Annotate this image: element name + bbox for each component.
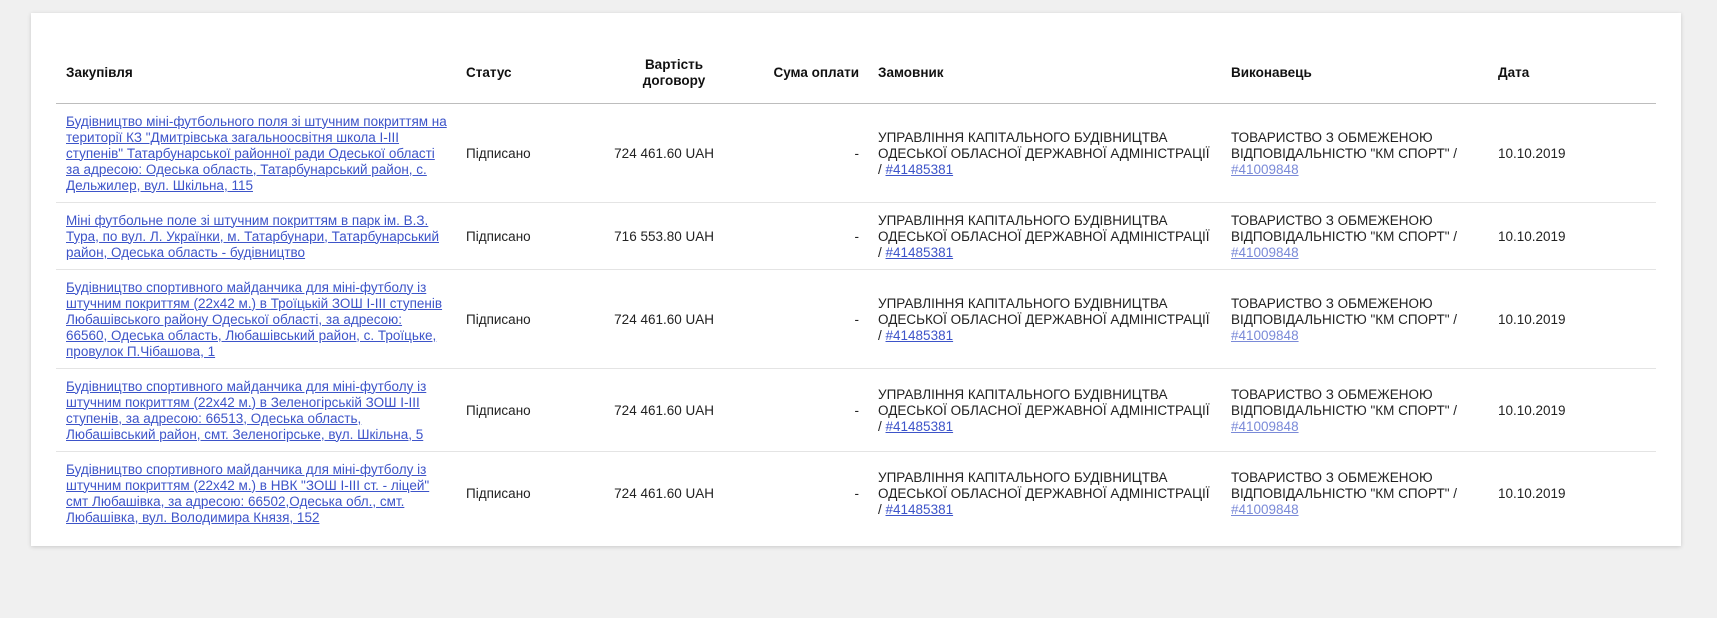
contract-value-cell: 724 461.60 UAH bbox=[566, 269, 723, 369]
contract-value-cell: 724 461.60 UAH bbox=[614, 485, 714, 501]
table-row: Будівництво спортивного майданчика для м… bbox=[56, 269, 1656, 369]
header-customer: Замовник bbox=[868, 43, 1221, 104]
contract-value-cell: 724 461.60 UAH bbox=[566, 368, 723, 452]
table-row: Міні футбольне поле зі штучним покриттям… bbox=[56, 202, 1656, 270]
table-body: Будівництво міні-футбольного поля зі шту… bbox=[56, 103, 1656, 534]
customer-code-link[interactable]: #41485381 bbox=[886, 328, 954, 343]
procurement-cell: Міні футбольне поле зі штучним покриттям… bbox=[56, 202, 456, 270]
header-payment-sum: Сума оплати bbox=[723, 43, 868, 104]
header-contract-value-label: Вартість договору bbox=[642, 56, 706, 88]
contractor-cell: ТОВАРИСТВО З ОБМЕЖЕНОЮ ВІДПОВІДАЛЬНІСТЮ … bbox=[1221, 368, 1488, 452]
customer-cell: УПРАВЛІННЯ КАПІТАЛЬНОГО БУДІВНИЦТВА ОДЕС… bbox=[868, 103, 1221, 203]
table-row: Будівництво спортивного майданчика для м… bbox=[56, 451, 1656, 534]
procurement-cell: Будівництво спортивного майданчика для м… bbox=[56, 269, 456, 369]
date-cell: 10.10.2019 bbox=[1488, 368, 1656, 452]
customer-code-link[interactable]: #41485381 bbox=[886, 245, 954, 260]
contractor-code-link[interactable]: #41009848 bbox=[1231, 502, 1299, 517]
contractor-name: ТОВАРИСТВО З ОБМЕЖЕНОЮ ВІДПОВІДАЛЬНІСТЮ … bbox=[1231, 469, 1457, 501]
contracts-table: Закупівля Статус Вартість договору Сума … bbox=[56, 43, 1656, 534]
date-cell: 10.10.2019 bbox=[1498, 485, 1566, 501]
payment-sum-cell: - bbox=[854, 485, 860, 501]
status-cell: Підписано bbox=[466, 485, 531, 501]
customer-code-link[interactable]: #41485381 bbox=[886, 419, 954, 434]
contractor-name: ТОВАРИСТВО З ОБМЕЖЕНОЮ ВІДПОВІДАЛЬНІСТЮ … bbox=[1231, 129, 1457, 161]
contract-value-cell: 716 553.80 UAH bbox=[566, 202, 723, 270]
contractor-cell: ТОВАРИСТВО З ОБМЕЖЕНОЮ ВІДПОВІДАЛЬНІСТЮ … bbox=[1221, 202, 1488, 270]
table-row: Будівництво міні-футбольного поля зі шту… bbox=[56, 103, 1656, 203]
contractor-code-link[interactable]: #41009848 bbox=[1231, 245, 1299, 260]
payment-sum-cell: - bbox=[723, 202, 868, 270]
date-cell: 10.10.2019 bbox=[1488, 103, 1656, 203]
header-date: Дата bbox=[1488, 43, 1656, 104]
procurement-cell: Будівництво міні-футбольного поля зі шту… bbox=[56, 103, 456, 203]
procurement-link[interactable]: Будівництво спортивного майданчика для м… bbox=[66, 462, 429, 525]
procurement-link[interactable]: Будівництво міні-футбольного поля зі шту… bbox=[66, 114, 447, 193]
status-cell: Підписано bbox=[456, 368, 566, 452]
table-row: Будівництво спортивного майданчика для м… bbox=[56, 368, 1656, 452]
contractor-code-link[interactable]: #41009848 bbox=[1231, 328, 1299, 343]
table-header-row: Закупівля Статус Вартість договору Сума … bbox=[56, 43, 1656, 104]
header-procurement: Закупівля bbox=[56, 43, 456, 104]
procurement-link[interactable]: Міні футбольне поле зі штучним покриттям… bbox=[66, 213, 439, 260]
contract-value-cell: 724 461.60 UAH bbox=[566, 103, 723, 203]
customer-cell: УПРАВЛІННЯ КАПІТАЛЬНОГО БУДІВНИЦТВА ОДЕС… bbox=[868, 202, 1221, 270]
header-contractor: Виконавець bbox=[1221, 43, 1488, 104]
contractor-name: ТОВАРИСТВО З ОБМЕЖЕНОЮ ВІДПОВІДАЛЬНІСТЮ … bbox=[1231, 295, 1457, 327]
contractor-cell: ТОВАРИСТВО З ОБМЕЖЕНОЮ ВІДПОВІДАЛЬНІСТЮ … bbox=[1221, 103, 1488, 203]
header-status: Статус bbox=[456, 43, 566, 104]
contractor-cell: ТОВАРИСТВО З ОБМЕЖЕНОЮ ВІДПОВІДАЛЬНІСТЮ … bbox=[1221, 269, 1488, 369]
payment-sum-cell: - bbox=[723, 269, 868, 369]
status-cell: Підписано bbox=[456, 202, 566, 270]
procurement-cell: Будівництво спортивного майданчика для м… bbox=[56, 368, 456, 452]
customer-cell: УПРАВЛІННЯ КАПІТАЛЬНОГО БУДІВНИЦТВА ОДЕС… bbox=[868, 368, 1221, 452]
contractor-name: ТОВАРИСТВО З ОБМЕЖЕНОЮ ВІДПОВІДАЛЬНІСТЮ … bbox=[1231, 386, 1457, 418]
status-cell: Підписано bbox=[456, 103, 566, 203]
contracts-card: Закупівля Статус Вартість договору Сума … bbox=[31, 13, 1681, 546]
date-cell: 10.10.2019 bbox=[1488, 269, 1656, 369]
payment-sum-cell: - bbox=[723, 368, 868, 452]
contractor-cell: ТОВАРИСТВО З ОБМЕЖЕНОЮ ВІДПОВІДАЛЬНІСТЮ … bbox=[1221, 451, 1488, 534]
customer-code-link[interactable]: #41485381 bbox=[886, 162, 954, 177]
header-contract-value: Вартість договору bbox=[566, 43, 723, 104]
procurement-link[interactable]: Будівництво спортивного майданчика для м… bbox=[66, 280, 442, 359]
customer-cell: УПРАВЛІННЯ КАПІТАЛЬНОГО БУДІВНИЦТВА ОДЕС… bbox=[868, 269, 1221, 369]
date-cell: 10.10.2019 bbox=[1488, 202, 1656, 270]
payment-sum-cell: - bbox=[723, 103, 868, 203]
contractor-code-link[interactable]: #41009848 bbox=[1231, 162, 1299, 177]
contractor-name: ТОВАРИСТВО З ОБМЕЖЕНОЮ ВІДПОВІДАЛЬНІСТЮ … bbox=[1231, 212, 1457, 244]
status-cell: Підписано bbox=[456, 269, 566, 369]
contractor-code-link[interactable]: #41009848 bbox=[1231, 419, 1299, 434]
customer-cell: УПРАВЛІННЯ КАПІТАЛЬНОГО БУДІВНИЦТВА ОДЕС… bbox=[868, 451, 1221, 534]
customer-code-link[interactable]: #41485381 bbox=[886, 502, 954, 517]
procurement-cell: Будівництво спортивного майданчика для м… bbox=[56, 451, 456, 534]
procurement-link[interactable]: Будівництво спортивного майданчика для м… bbox=[66, 379, 426, 442]
